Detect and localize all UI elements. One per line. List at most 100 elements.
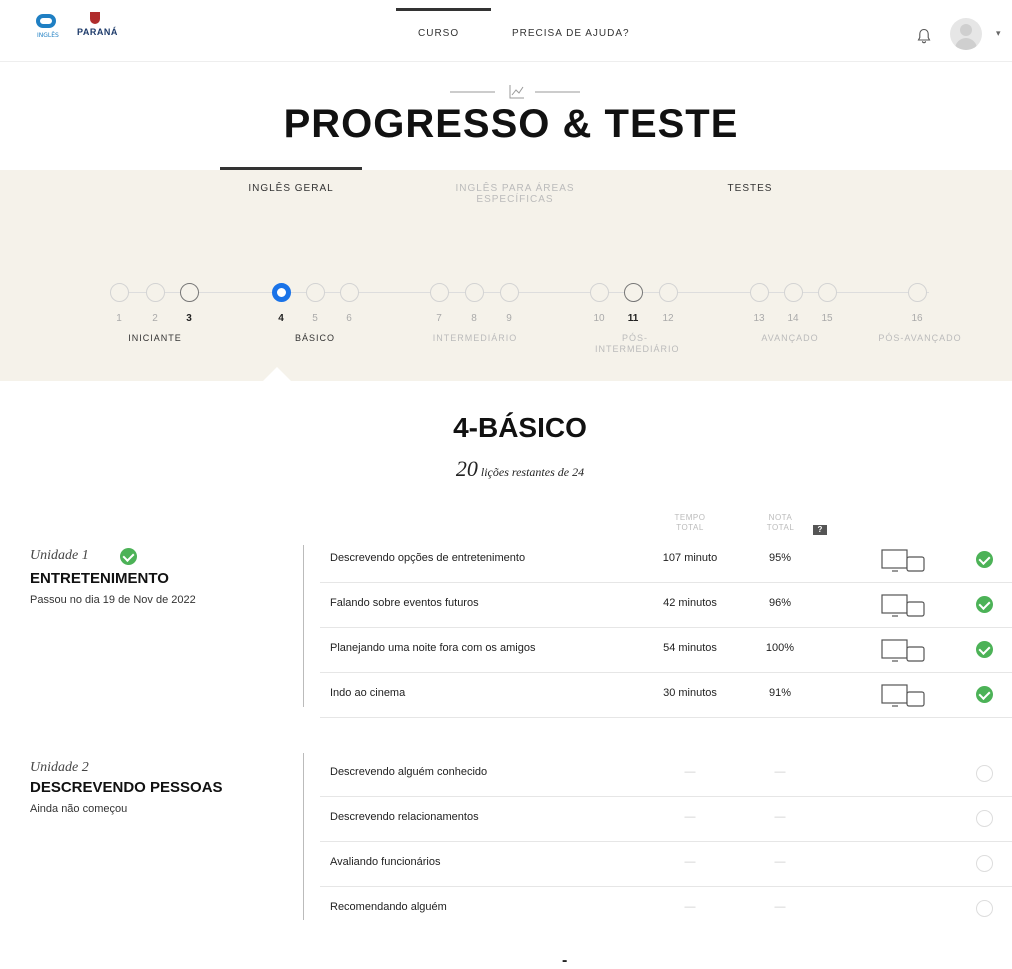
lesson-complete-check-icon: [976, 686, 993, 703]
nav-active-indicator: [396, 8, 491, 11]
lesson-row[interactable]: Descrevendo relacionamentos — —: [320, 797, 1012, 842]
lesson-row[interactable]: Falando sobre eventos futuros 42 minutos…: [320, 583, 1012, 628]
logo-ring-icon: [36, 14, 56, 28]
lesson-pending-circle-icon: [976, 765, 993, 782]
tab-ingles-geral[interactable]: INGLÊS GERAL: [220, 183, 362, 194]
lesson-title: Descrevendo opções de entretenimento: [330, 552, 526, 564]
level-number: 14: [787, 313, 799, 324]
lesson-row[interactable]: Recomendando alguém — —: [320, 887, 1012, 932]
grade-help-icon[interactable]: ?: [813, 525, 827, 535]
level-circle-6[interactable]: [340, 283, 359, 302]
unit-name: ENTRETENIMENTO: [30, 570, 169, 587]
lesson-grade: —: [774, 901, 786, 913]
parana-logo[interactable]: PARANÁ: [77, 12, 117, 40]
lesson-time: —: [684, 901, 696, 913]
tab-active-indicator: [220, 167, 362, 170]
lesson-row[interactable]: Avaliando funcionários — —: [320, 842, 1012, 887]
level-circle-13[interactable]: [750, 283, 769, 302]
lesson-complete-check-icon: [976, 596, 993, 613]
level-circle-12[interactable]: [659, 283, 678, 302]
level-track: [119, 292, 929, 293]
level-circle-1[interactable]: [110, 283, 129, 302]
lesson-title: Planejando uma noite fora com os amigos: [330, 642, 536, 654]
level-title: 4-BÁSICO: [453, 412, 587, 443]
lesson-complete-check-icon: [976, 641, 993, 658]
lesson-title: Falando sobre eventos futuros: [330, 597, 479, 609]
column-header-grade: NOTA TOTAL: [766, 513, 795, 532]
level-number: 5: [312, 313, 318, 324]
level-circle-9[interactable]: [500, 283, 519, 302]
level-circle-10[interactable]: [590, 283, 609, 302]
level-number: 10: [593, 313, 605, 324]
lesson-grade: 91%: [768, 687, 792, 699]
level-number: 2: [152, 313, 158, 324]
level-number: 3: [186, 313, 192, 324]
level-circle-14[interactable]: [784, 283, 803, 302]
unit-label: Unidade 2: [30, 760, 89, 775]
level-name-basico: BÁSICO: [294, 333, 335, 343]
lesson-row[interactable]: Planejando uma noite fora com os amigos …: [320, 628, 1012, 673]
lesson-pending-circle-icon: [976, 900, 993, 917]
lesson-title: Indo ao cinema: [330, 687, 406, 699]
unit-status: Passou no dia 19 de Nov de 2022: [30, 594, 196, 606]
column-header-time: TEMPO TOTAL: [674, 513, 706, 532]
level-name-iniciante: INICIANTE: [128, 333, 182, 343]
level-name-pos-avancado: PÓS-AVANÇADO: [878, 333, 962, 343]
bottom-mark: -: [562, 952, 568, 969]
lesson-title: Recomendando alguém: [330, 901, 447, 913]
level-circle-7[interactable]: [430, 283, 449, 302]
level-circle-3[interactable]: [180, 283, 199, 302]
lessons-remaining-count: 20: [455, 456, 478, 481]
notification-bell-icon[interactable]: [917, 28, 931, 44]
lesson-row[interactable]: Descrevendo opções de entretenimento 107…: [320, 538, 1012, 583]
tab-ingles-areas-especificas[interactable]: INGLÊS PARA ÁREAS ESPECÍFICAS: [445, 183, 585, 205]
level-circle-15[interactable]: [818, 283, 837, 302]
logo-state-text: PARANÁ: [77, 27, 118, 37]
level-circle-11[interactable]: [624, 283, 643, 302]
progress-chart-icon: [450, 85, 580, 99]
lesson-title: Avaliando funcionários: [330, 856, 441, 868]
level-number: 1: [116, 313, 122, 324]
lesson-grade: —: [774, 766, 786, 778]
avatar-body: [955, 38, 977, 50]
lesson-grade: 100%: [765, 642, 795, 654]
lesson-title: Descrevendo alguém conhecido: [330, 766, 488, 778]
level-number: 15: [821, 313, 833, 324]
level-circle-8[interactable]: [465, 283, 484, 302]
level-number: 9: [506, 313, 512, 324]
level-number: 16: [911, 313, 923, 324]
devices-icon: [881, 639, 925, 662]
level-circle-5[interactable]: [306, 283, 325, 302]
lesson-time: 107 minuto: [662, 552, 718, 564]
lesson-grade: —: [774, 856, 786, 868]
level-circle-2[interactable]: [146, 283, 165, 302]
nav-curso[interactable]: CURSO: [418, 28, 459, 39]
lesson-row[interactable]: Indo ao cinema 30 minutos 91%: [320, 673, 1012, 718]
unit-divider: [303, 753, 304, 920]
level-circle-16[interactable]: [908, 283, 927, 302]
level-number: 12: [662, 313, 674, 324]
unit-divider: [303, 545, 304, 707]
lesson-grade: —: [774, 811, 786, 823]
lesson-pending-circle-icon: [976, 810, 993, 827]
unit-name: DESCREVENDO PESSOAS: [30, 779, 223, 796]
lesson-time: 42 minutos: [663, 597, 717, 609]
lesson-pending-circle-icon: [976, 855, 993, 872]
lessons-remaining-text: lições restantes de 24: [477, 465, 585, 479]
lesson-row[interactable]: Descrevendo alguém conhecido — —: [320, 752, 1012, 797]
lesson-time: 30 minutos: [663, 687, 717, 699]
level-name-intermediario: INTERMEDIÁRIO: [432, 333, 518, 343]
nav-precisa-de-ajuda[interactable]: PRECISA DE AJUDA?: [512, 28, 630, 39]
user-menu-caret-icon[interactable]: ▾: [996, 28, 1001, 39]
level-number: 6: [346, 313, 352, 324]
user-avatar[interactable]: [950, 18, 982, 50]
tab-testes[interactable]: TESTES: [690, 183, 810, 194]
ingles-logo[interactable]: INGLÊS: [36, 14, 59, 40]
unit-status: Ainda não começou: [30, 803, 128, 815]
level-number: 7: [436, 313, 442, 324]
crest-icon: [90, 12, 100, 24]
level-name-pos-intermediario: PÓS-INTERMEDIÁRIO: [595, 333, 680, 354]
unit-label: Unidade 1: [30, 548, 89, 563]
avatar-head: [960, 24, 972, 36]
level-circle-4[interactable]: [272, 283, 291, 302]
